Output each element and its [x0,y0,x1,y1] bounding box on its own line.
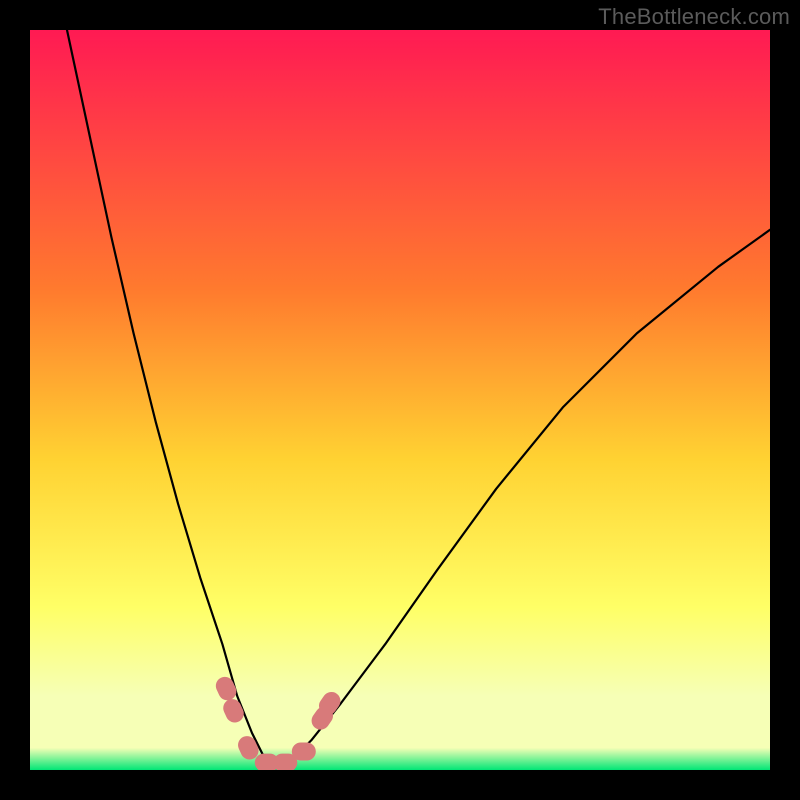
chart-frame: TheBottleneck.com [0,0,800,800]
watermark-text: TheBottleneck.com [598,4,790,30]
curve-marker [292,743,316,761]
bottleneck-plot [30,30,770,770]
heat-background [30,30,770,770]
